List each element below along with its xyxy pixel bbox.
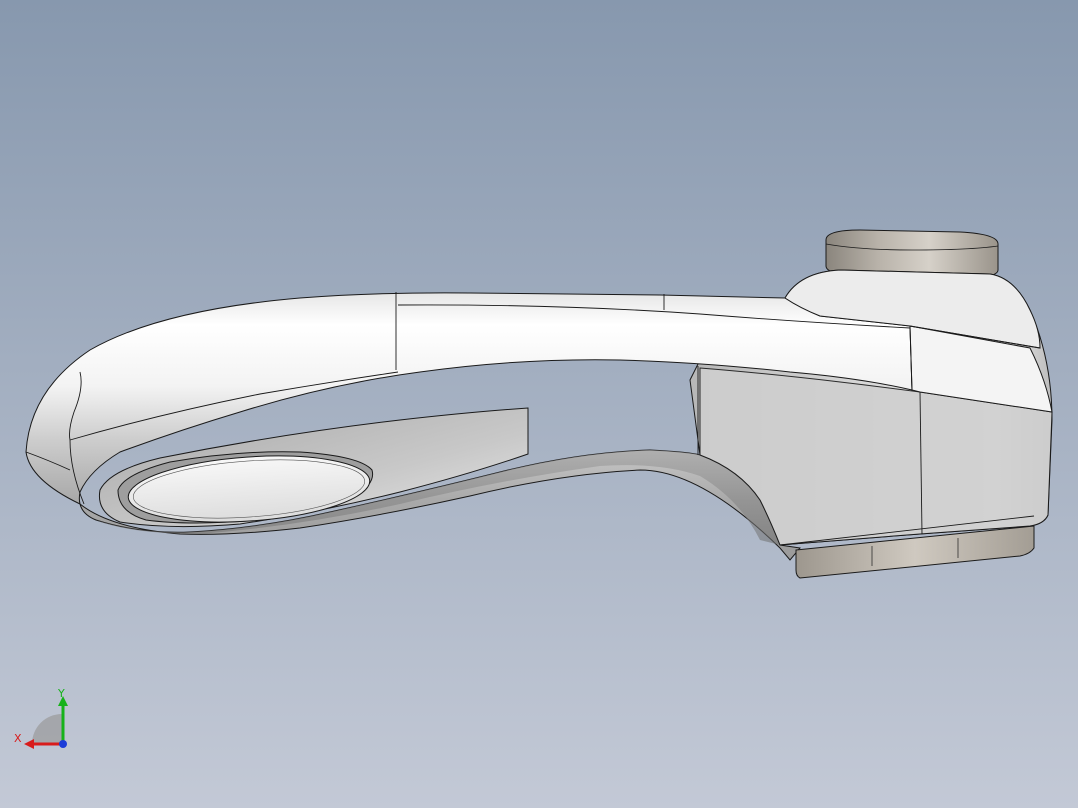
triad-plane-icon xyxy=(32,714,62,744)
triad-y-label: Y xyxy=(58,687,65,700)
triad-graphic xyxy=(24,696,68,749)
model-view[interactable] xyxy=(0,0,1078,808)
graphics-viewport[interactable]: Y X xyxy=(0,0,1078,808)
triad-x-label: X xyxy=(14,732,22,745)
z-axis-dot-icon xyxy=(59,740,67,748)
coordinate-triad: Y X xyxy=(10,686,80,756)
